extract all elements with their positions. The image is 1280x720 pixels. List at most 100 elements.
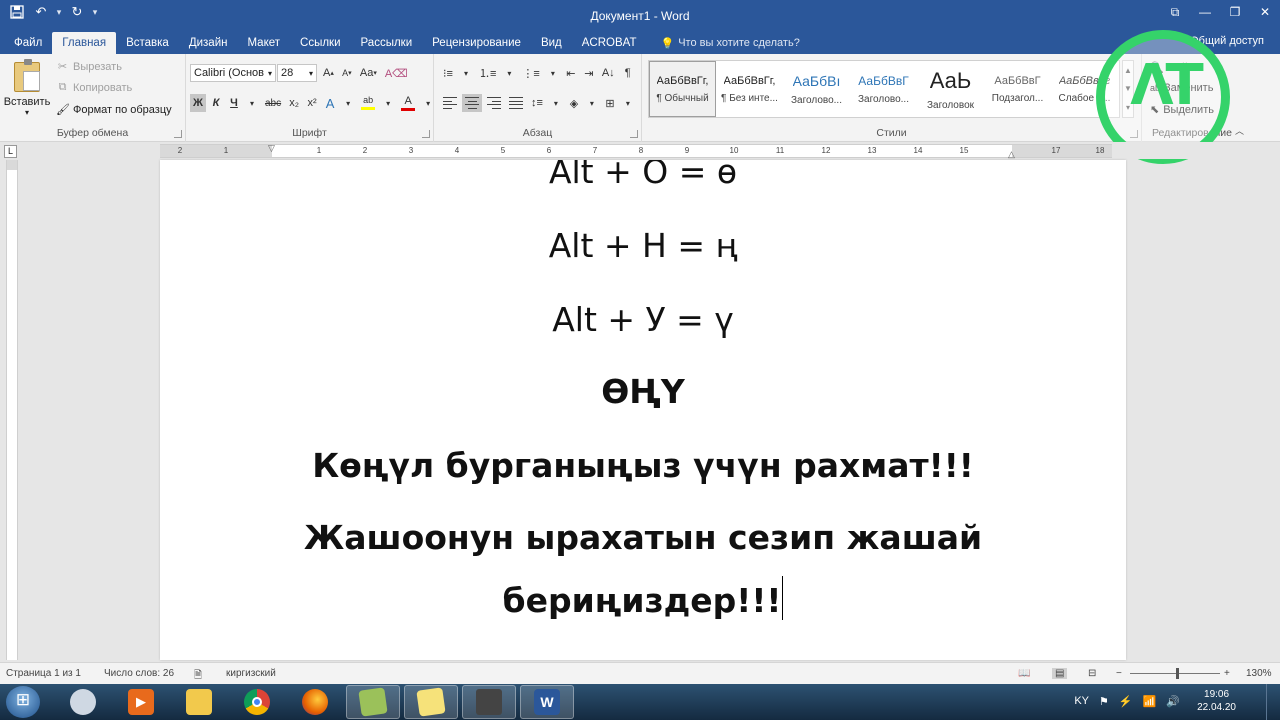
volume-icon[interactable]: 🔊 xyxy=(1166,695,1180,708)
multilevel-dropdown-icon[interactable]: ▾ xyxy=(545,64,561,82)
clear-formatting-button[interactable]: A⌫ xyxy=(382,64,411,82)
document-page[interactable]: Alt + O = ө Alt + H = ң Alt + У = ү ӨҢҮ … xyxy=(160,160,1126,660)
sort-icon[interactable]: А↓ xyxy=(599,64,618,82)
tab-selector-icon[interactable]: L xyxy=(4,145,17,158)
taskbar-app-word[interactable]: W xyxy=(520,685,574,719)
taskbar-app-file-explorer[interactable] xyxy=(172,685,226,719)
shading-dropdown-icon[interactable]: ▾ xyxy=(584,94,600,112)
power-icon[interactable]: ⚡ xyxy=(1119,695,1133,708)
format-painter-button[interactable]: 🖌 Формат по образцу xyxy=(56,103,172,117)
change-case-button[interactable]: Aa ▾ xyxy=(357,64,380,82)
web-layout-icon[interactable]: ⊟ xyxy=(1088,668,1096,679)
style-normal[interactable]: АаБбВвГг, ¶ Обычный xyxy=(649,61,716,117)
taskbar-app-chrome[interactable] xyxy=(230,685,284,719)
print-layout-icon[interactable]: ▤ xyxy=(1052,668,1068,679)
zoom-in-button[interactable]: + xyxy=(1224,668,1230,679)
line-spacing-icon[interactable]: ↕≡ xyxy=(528,94,546,112)
taskbar-app-window-2[interactable] xyxy=(404,685,458,719)
font-color-button[interactable]: A xyxy=(398,94,418,112)
multilevel-list-icon[interactable]: ⋮≡ xyxy=(519,64,542,82)
copy-button[interactable]: ⧉ Копировать xyxy=(56,81,133,94)
italic-button[interactable]: К xyxy=(208,94,224,112)
right-indent-marker[interactable]: △ xyxy=(1008,149,1015,160)
cut-button[interactable]: ✂ Вырезать xyxy=(56,60,122,74)
tab-mailings[interactable]: Рассылки xyxy=(351,32,423,54)
horizontal-ruler[interactable]: 2 1 1 2 3 4 5 6 7 8 9 10 11 12 13 14 15 … xyxy=(160,143,1112,160)
superscript-button[interactable]: x² xyxy=(304,94,320,112)
page-count[interactable]: Страница 1 из 1 xyxy=(6,668,81,679)
read-mode-icon[interactable]: 📖 xyxy=(1018,668,1030,679)
tab-insert[interactable]: Вставка xyxy=(116,32,179,54)
align-right-icon[interactable] xyxy=(484,94,504,112)
tab-home[interactable]: Главная xyxy=(52,32,117,54)
minimize-button[interactable]: — xyxy=(1190,0,1220,24)
line-spacing-dropdown-icon[interactable]: ▾ xyxy=(548,94,564,112)
zoom-slider-thumb[interactable] xyxy=(1176,668,1179,679)
style-heading-2[interactable]: АаБбВвГ Заголово... xyxy=(850,61,917,117)
collapse-ribbon-icon[interactable]: ︿ xyxy=(1235,124,1244,137)
zoom-slider-track[interactable] xyxy=(1130,673,1220,674)
input-language[interactable]: KY xyxy=(1074,695,1089,707)
borders-icon[interactable]: ⊞ xyxy=(602,94,618,112)
subscript-button[interactable]: x₂ xyxy=(286,94,302,112)
underline-dropdown-icon[interactable]: ▾ xyxy=(244,94,260,112)
tab-view[interactable]: Вид xyxy=(531,32,572,54)
grow-font-button[interactable]: A ▴ xyxy=(320,64,337,82)
borders-dropdown-icon[interactable]: ▾ xyxy=(620,94,636,112)
shrink-font-button[interactable]: A ▾ xyxy=(339,64,355,82)
bold-button[interactable]: Ж xyxy=(190,94,206,112)
zoom-out-button[interactable]: − xyxy=(1116,668,1122,679)
highlight-button[interactable]: ab xyxy=(358,94,378,112)
taskbar-app-window-1[interactable] xyxy=(346,685,400,719)
paste-button[interactable]: Вставить ▾ xyxy=(4,59,50,118)
taskbar-app-media-player[interactable]: ▶ xyxy=(114,685,168,719)
style-heading-1[interactable]: АаБбВı Заголово... xyxy=(783,61,850,117)
tab-design[interactable]: Дизайн xyxy=(179,32,238,54)
language-indicator[interactable]: киргизский xyxy=(226,668,276,679)
shading-icon[interactable]: ◈ xyxy=(566,94,582,112)
underline-button[interactable]: Ч xyxy=(226,94,242,112)
style-subtitle[interactable]: АаБбВвГ Подзагол... xyxy=(984,61,1051,117)
show-formatting-icon[interactable]: ¶ xyxy=(620,64,636,82)
highlight-dropdown-icon[interactable]: ▾ xyxy=(380,94,396,112)
vertical-ruler[interactable] xyxy=(6,160,18,660)
font-name-combo[interactable]: Calibri (Основ ▾ xyxy=(190,64,276,82)
taskbar-app-firefox[interactable] xyxy=(288,685,342,719)
action-center-flag-icon[interactable]: ⚑ xyxy=(1099,695,1109,708)
start-button[interactable] xyxy=(6,686,40,718)
tell-me-box[interactable]: 💡 Что вы хотите сделать? xyxy=(647,32,810,54)
clipboard-launcher-icon[interactable] xyxy=(174,130,182,138)
decrease-indent-icon[interactable]: ⇤ xyxy=(563,64,579,82)
style-title[interactable]: АаЬ Заголовок xyxy=(917,61,984,117)
bullets-icon[interactable]: ⁝≡ xyxy=(440,64,456,82)
strikethrough-button[interactable]: abc xyxy=(262,94,284,112)
tab-acrobat[interactable]: ACROBAT xyxy=(572,32,647,54)
numbering-dropdown-icon[interactable]: ▾ xyxy=(501,64,517,82)
style-no-spacing[interactable]: АаБбВвГг, ¶ Без инте... xyxy=(716,61,783,117)
network-icon[interactable]: 📶 xyxy=(1143,695,1157,708)
proofing-icon[interactable]: 🗎 xyxy=(194,668,202,685)
align-center-icon[interactable] xyxy=(462,94,482,112)
maximize-button[interactable]: ❐ xyxy=(1220,0,1250,24)
text-effects-dropdown-icon[interactable]: ▾ xyxy=(340,94,356,112)
taskbar-app-camera[interactable] xyxy=(462,685,516,719)
paragraph-launcher-icon[interactable] xyxy=(630,130,638,138)
ribbon-display-options-icon[interactable]: ⧉ xyxy=(1160,0,1190,24)
close-button[interactable]: ✕ xyxy=(1250,0,1280,24)
tab-file[interactable]: Файл xyxy=(4,32,52,54)
tab-layout[interactable]: Макет xyxy=(237,32,290,54)
numbering-icon[interactable]: ⒈≡ xyxy=(476,64,499,82)
taskbar-app-explorer-drive[interactable] xyxy=(56,685,110,719)
increase-indent-icon[interactable]: ⇥ xyxy=(581,64,597,82)
justify-icon[interactable] xyxy=(506,94,526,112)
align-left-icon[interactable] xyxy=(440,94,460,112)
first-line-indent-marker[interactable]: ▽ xyxy=(268,143,275,154)
font-launcher-icon[interactable] xyxy=(422,130,430,138)
show-desktop-button[interactable] xyxy=(1266,684,1280,720)
bullets-dropdown-icon[interactable]: ▾ xyxy=(458,64,474,82)
tab-references[interactable]: Ссылки xyxy=(290,32,351,54)
font-size-combo[interactable]: 28 ▾ xyxy=(277,64,317,82)
clock[interactable]: 19:06 22.04.20 xyxy=(1197,688,1236,714)
text-effects-button[interactable]: A xyxy=(322,94,338,112)
zoom-level[interactable]: 130% xyxy=(1246,668,1272,679)
